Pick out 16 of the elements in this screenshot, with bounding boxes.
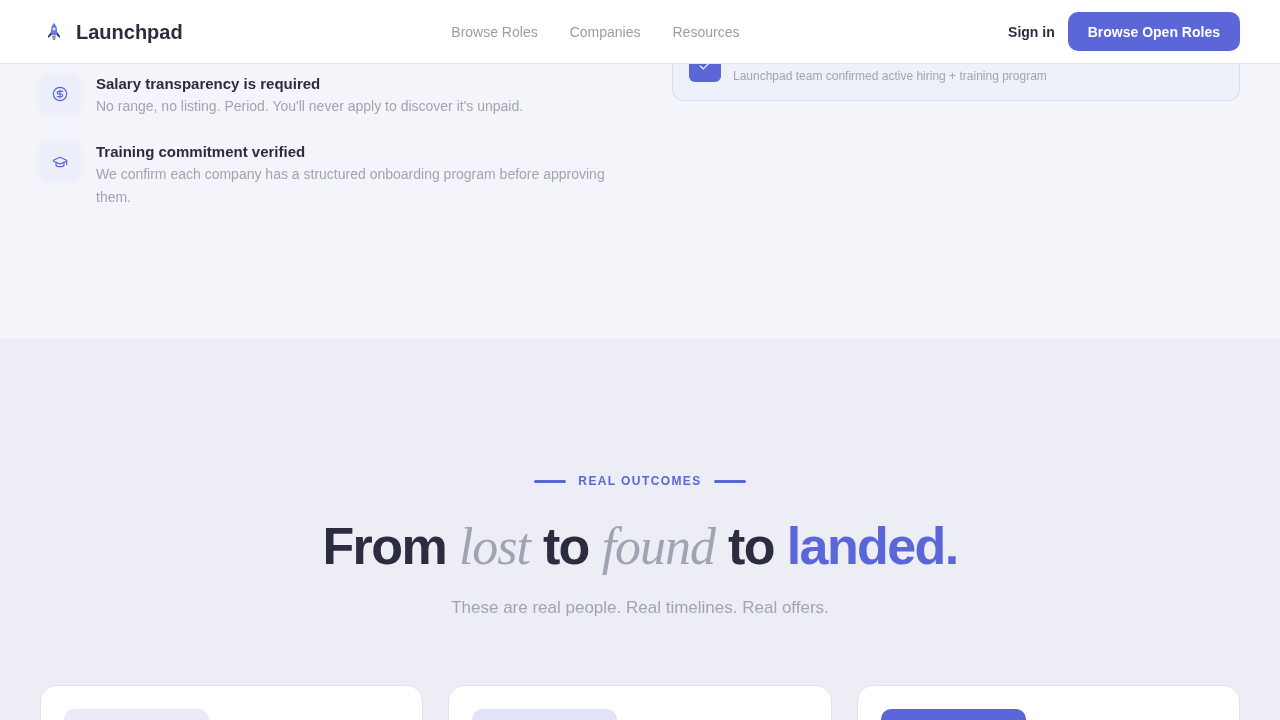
section-eyebrow: REAL OUTCOMES <box>578 473 702 489</box>
feature-title: Training commitment verified <box>96 142 307 162</box>
section-subtitle: These are real people. Real timelines. Real offers. <box>451 597 829 619</box>
section-heading: From lost to found to landed. <box>322 518 958 575</box>
nav-link[interactable]: Companies <box>569 22 641 41</box>
brand-name: Launchpad <box>76 19 183 44</box>
nav-link[interactable]: Resources <box>672 22 740 41</box>
feature-description: No range, no listing. Period. You'll never apply to discover it's unpaid. <box>96 97 524 116</box>
nav-link[interactable]: Browse Roles <box>451 22 538 41</box>
dollar-coin-icon <box>40 74 80 114</box>
feature-title: Salary transparency is required <box>96 74 322 94</box>
sign-in-link[interactable]: Sign in <box>1008 22 1055 41</box>
browse-open-roles-button[interactable]: Browse Open Roles <box>1067 12 1240 51</box>
graduation-cap-icon <box>40 142 80 182</box>
verified-description: Launchpad team confirmed active hiring + training program <box>733 68 1047 84</box>
feature-description: We confirm each company has a structured onboarding program before approving them. <box>96 165 606 207</box>
